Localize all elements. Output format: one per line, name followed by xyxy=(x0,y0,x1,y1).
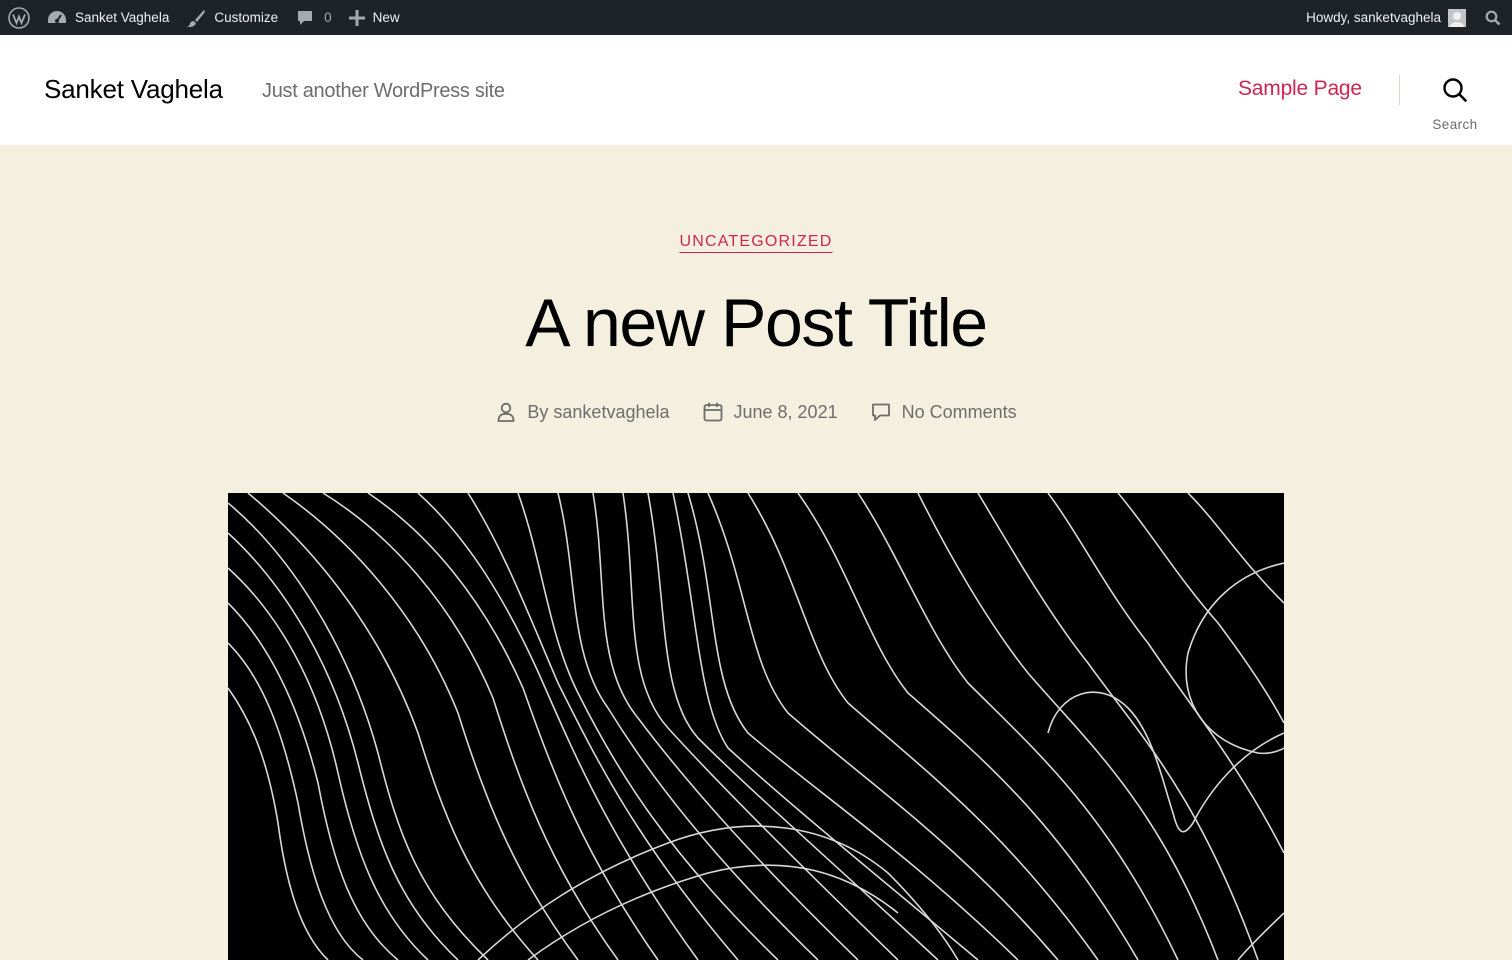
site-header: Sanket Vaghela Just another WordPress si… xyxy=(0,35,1512,145)
wordpress-logo-icon[interactable] xyxy=(1,0,37,35)
paintbrush-icon xyxy=(187,9,206,27)
admin-bar-search-icon[interactable] xyxy=(1474,0,1512,35)
admin-bar: Sanket Vaghela Customize 0 New Howdy, sa… xyxy=(0,0,1512,35)
post-category: UNCATEGORIZED xyxy=(0,233,1512,251)
plus-icon xyxy=(348,9,365,26)
admin-bar-customize-label: Customize xyxy=(214,10,279,25)
post-date: June 8, 2021 xyxy=(702,401,838,423)
person-icon xyxy=(497,402,515,422)
post-title: A new Post Title xyxy=(525,285,988,361)
author-prefix: By xyxy=(527,401,549,422)
nav-item-sample-page[interactable]: Sample Page xyxy=(1238,77,1362,101)
admin-bar-account[interactable]: Howdy, sanketvaghela xyxy=(1306,0,1474,35)
admin-bar-new[interactable]: New xyxy=(341,0,409,35)
post-author: By sanketvaghela xyxy=(495,401,670,423)
site-tagline: Just another WordPress site xyxy=(262,80,505,102)
category-link[interactable]: UNCATEGORIZED xyxy=(679,233,832,250)
site-title[interactable]: Sanket Vaghela xyxy=(44,74,223,105)
date-link[interactable]: June 8, 2021 xyxy=(734,402,838,423)
admin-bar-new-label: New xyxy=(372,10,400,25)
search-label: Search xyxy=(1432,117,1478,132)
avatar xyxy=(1448,8,1466,27)
comment-icon xyxy=(871,403,890,421)
post-comments: No Comments xyxy=(870,401,1017,423)
post-meta: By sanketvaghela June 8, 2021 No Comment… xyxy=(0,401,1512,423)
header-divider xyxy=(1399,75,1400,105)
comment-bubble-icon xyxy=(298,10,313,25)
search-icon xyxy=(1443,78,1467,102)
featured-image xyxy=(228,493,1284,960)
admin-bar-comments[interactable]: 0 xyxy=(287,0,341,35)
admin-bar-comments-count: 0 xyxy=(324,10,332,25)
admin-bar-site-name-label: Sanket Vaghela xyxy=(75,10,170,25)
search-toggle-button[interactable]: Search xyxy=(1425,72,1485,132)
calendar-icon xyxy=(703,402,722,422)
topographic-lines-image xyxy=(228,493,1284,960)
comments-link[interactable]: No Comments xyxy=(902,402,1017,423)
author-link[interactable]: sanketvaghela xyxy=(553,402,669,423)
admin-bar-customize[interactable]: Customize xyxy=(178,0,287,35)
admin-bar-howdy-label: Howdy, sanketvaghela xyxy=(1306,10,1441,25)
dashboard-icon xyxy=(48,10,66,23)
admin-bar-site-name[interactable]: Sanket Vaghela xyxy=(37,0,178,35)
